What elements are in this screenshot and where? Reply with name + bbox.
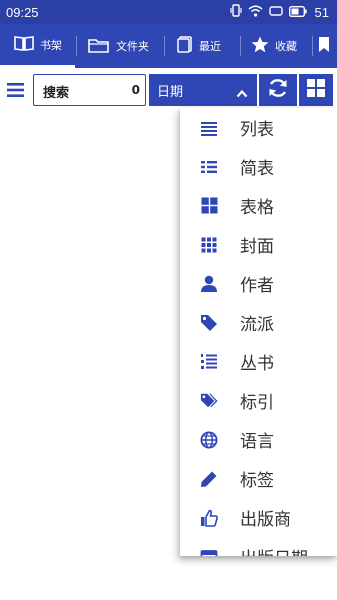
menu-item-index[interactable]: 标引 <box>180 381 337 420</box>
menu-item-genre[interactable]: 流派 <box>180 303 337 342</box>
menu-item-label: 标签 <box>240 471 274 491</box>
grid-large-icon <box>200 197 218 215</box>
refresh-button[interactable] <box>259 74 297 106</box>
status-icons: 51 <box>229 4 329 20</box>
menu-item-tags[interactable]: 标签 <box>180 459 337 498</box>
menu-item-publisher[interactable]: 出版商 <box>180 498 337 537</box>
search-label: 搜索 <box>43 86 70 101</box>
search-input[interactable]: 搜索 0 <box>33 74 146 106</box>
battery-level: 51 <box>314 4 329 20</box>
tab-label: 文件夹 <box>116 40 149 53</box>
menu-item-cover[interactable]: 封面 <box>180 225 337 264</box>
menu-item-author[interactable]: 作者 <box>180 264 337 303</box>
globe-icon <box>200 431 218 449</box>
menu-item-label: 作者 <box>240 276 274 296</box>
menu-item-compact-list[interactable]: 简表 <box>180 147 337 186</box>
status-time: 09:25 <box>6 5 39 20</box>
menu-item-label: 表格 <box>240 198 274 218</box>
tab-bookshelf[interactable]: 书架 <box>0 24 75 68</box>
menu-item-label: 标引 <box>240 393 274 413</box>
person-icon <box>200 275 218 293</box>
book-open-icon <box>14 35 34 54</box>
tab-label: 最近 <box>199 40 221 53</box>
view-toggle-button[interactable] <box>299 74 333 106</box>
menu-item-label: 出版商 <box>240 510 291 530</box>
tag-icon <box>200 314 218 332</box>
tab-recent[interactable]: 最近 <box>165 24 239 68</box>
search-count: 0 <box>131 83 140 97</box>
grid-small-icon <box>200 236 218 254</box>
vibrate-icon <box>229 4 242 20</box>
menu-item-list[interactable]: 列表 <box>180 108 337 147</box>
sort-select[interactable]: 日期 <box>149 74 257 106</box>
folder-icon <box>88 37 110 56</box>
tab-label: 书架 <box>40 38 62 52</box>
grid-view-icon <box>306 78 326 102</box>
menu-item-label: 列表 <box>240 120 274 140</box>
bookmark-icon <box>318 36 330 56</box>
menu-item-label: 封面 <box>240 237 274 257</box>
screen-rotation-icon <box>268 5 283 20</box>
menu-item-table[interactable]: 表格 <box>180 186 337 225</box>
menu-item-language[interactable]: 语言 <box>180 420 337 459</box>
pencil-icon <box>200 470 218 488</box>
hamburger-menu-icon[interactable] <box>6 81 26 103</box>
tab-folder[interactable]: 文件夹 <box>77 24 163 68</box>
tags-icon <box>200 392 218 410</box>
status-bar: 09:25 51 <box>0 0 337 24</box>
calendar-icon <box>200 548 218 556</box>
menu-item-label: 丛书 <box>240 354 274 374</box>
menu-item-label: 流派 <box>240 315 274 335</box>
battery-icon <box>288 5 307 20</box>
tab-favorites[interactable]: 收藏 <box>241 24 311 68</box>
sort-value: 日期 <box>157 85 184 100</box>
tab-divider <box>312 36 313 56</box>
list-icon <box>200 119 218 137</box>
menu-item-label: 出版日期 <box>240 544 308 556</box>
recent-icon <box>177 36 193 56</box>
chevron-up-icon <box>236 84 248 103</box>
tab-bar: 书架 文件夹 最近 收藏 <box>0 24 337 68</box>
menu-item-publish-date[interactable]: 出版日期 <box>180 537 337 556</box>
thumbs-up-icon <box>200 509 218 527</box>
menu-item-series[interactable]: 丛书 <box>180 342 337 381</box>
tab-label: 收藏 <box>275 40 297 53</box>
tab-bookmarks[interactable] <box>318 24 337 68</box>
numbered-list-icon <box>200 353 218 371</box>
compact-list-icon <box>200 158 218 176</box>
menu-item-label: 简表 <box>240 159 274 179</box>
star-icon <box>251 36 269 56</box>
menu-item-label: 语言 <box>240 432 274 452</box>
sort-dropdown-menu: 列表 简表 表格 封面 作者 流派 丛书 标引 语言 标签 出版商 <box>180 108 337 556</box>
wifi-icon <box>248 5 263 20</box>
refresh-icon <box>267 77 289 103</box>
